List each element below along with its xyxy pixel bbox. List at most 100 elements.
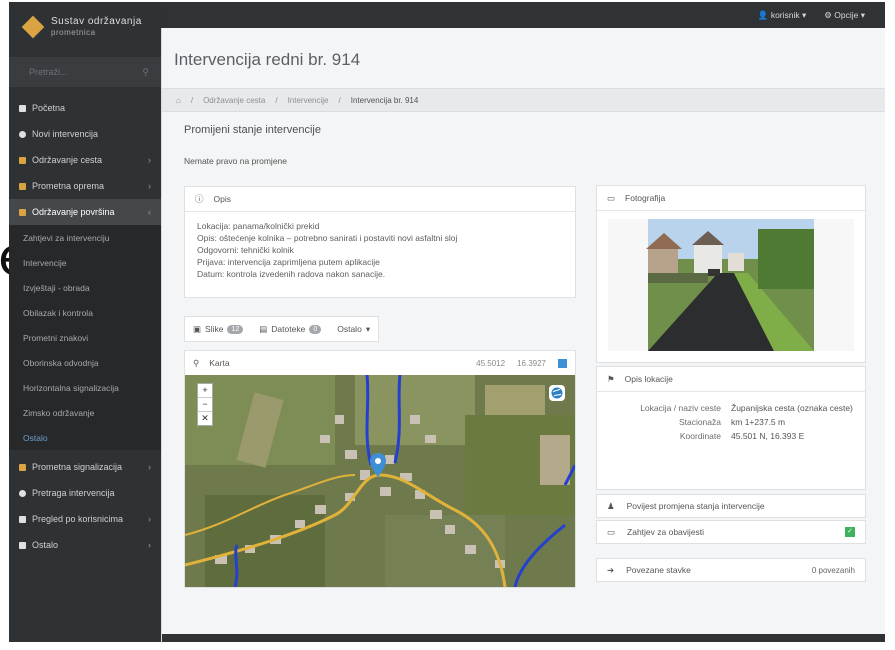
topbar: 👤 korisnik ▾ ⚙ Opcije ▾ — [161, 2, 885, 28]
submenu-item[interactable]: Obilazak i kontrola — [9, 300, 161, 325]
map-marker-icon[interactable] — [370, 453, 386, 477]
sidebar-item-label: Prometna oprema — [32, 181, 105, 191]
reset-view-button[interactable]: ✕ — [198, 411, 212, 425]
submenu-item[interactable]: Intervencije — [9, 250, 161, 275]
breadcrumb-separator: / — [338, 95, 341, 105]
linked-items-row[interactable]: ➔ Povezane stavke 0 povezanih — [596, 558, 866, 582]
plus-circle-icon — [19, 130, 26, 138]
zoom-out-button[interactable]: − — [198, 397, 212, 411]
surface-icon — [19, 208, 26, 216]
sidebar-item-prometna-signalizacija[interactable]: Prometna signalizacija › — [9, 454, 161, 480]
file-icon: ▤ — [259, 323, 268, 334]
chevron-right-icon: › — [148, 155, 151, 165]
sidebar-item-ostalo[interactable]: Ostalo › — [9, 532, 161, 558]
check-icon[interactable]: ✓ — [845, 527, 855, 537]
change-state-heading: Promijeni stanje intervencije — [184, 124, 321, 136]
location-info-header: ⚑ Opis lokacije — [597, 367, 865, 392]
sidebar-item-prometna-oprema[interactable]: Prometna oprema › — [9, 173, 161, 199]
coord-a: 45.5012 — [476, 358, 506, 368]
breadcrumb-item[interactable]: Intervencije — [288, 96, 329, 105]
sidebar-item-odrzavanje-povrsina[interactable]: Održavanje površina ‹ — [9, 199, 161, 225]
sidebar-item-label: Novi intervencija — [32, 129, 99, 139]
opis-line: Datum: kontrola izvedenih radova nakon s… — [197, 269, 386, 279]
info-label: Lokacija / naziv ceste — [640, 403, 721, 413]
page-title: Intervencija redni br. 914 — [174, 50, 361, 69]
map-zoom-control: + − ✕ — [197, 383, 213, 426]
sidebar-menu: Početna Novi intervencija Održavanje ces… — [9, 95, 161, 225]
opis-line: Opis: oštećenje kolnika – potrebno sanir… — [197, 233, 458, 243]
submenu-item[interactable]: Izvještaji - obrada — [9, 275, 161, 300]
main-content: Intervencija redni br. 914 ⌂ / Održavanj… — [161, 28, 885, 642]
map-coords: 45.5012 16.3927 — [476, 358, 567, 368]
linked-items-label: Povezane stavke — [626, 565, 691, 575]
info-row: Stacionaža km 1+237.5 m — [609, 416, 853, 428]
map-card: ⚲ Karta 45.5012 16.3927 + − ✕ — [184, 350, 576, 588]
app-window: Sustav održavanja prometnica Pretraži...… — [9, 2, 885, 642]
opis-line: Odgovorni: tehnički kolnik — [197, 245, 294, 255]
opis-card-body: Lokacija: panama/kolnički prekid Opis: o… — [185, 212, 575, 288]
sign-icon — [19, 182, 26, 190]
tab-more-label: Ostalo — [337, 324, 362, 334]
logo[interactable]: Sustav održavanja prometnica — [9, 2, 161, 52]
sidebar-item-nova-intervencija[interactable]: Novi intervencija — [9, 121, 161, 147]
linked-items-count[interactable]: 0 povezanih — [812, 566, 855, 575]
chevron-down-icon: ‹ — [148, 207, 151, 217]
info-label: Koordinate — [679, 431, 721, 441]
breadcrumb-current: Intervencija br. 914 — [350, 95, 419, 105]
list-icon — [19, 515, 26, 523]
info-row: Lokacija / naziv ceste Županijska cesta … — [609, 402, 853, 414]
user-icon: ♟ — [607, 500, 615, 511]
sidebar-item-pregled[interactable]: Pregled po korisnicima › — [9, 506, 161, 532]
notification-row[interactable]: ▭ Zahtjev za obavijesti ✓ — [596, 520, 866, 544]
chevron-right-icon: › — [148, 514, 151, 524]
opis-card-title: Opis — [213, 194, 231, 204]
history-row[interactable]: ♟ Povijest promjena stanja intervencije — [596, 494, 866, 518]
user-menu[interactable]: 👤 korisnik ▾ — [758, 10, 806, 21]
opis-line: Lokacija: panama/kolnički prekid — [197, 221, 320, 231]
sidebar-item-pocetna[interactable]: Početna — [9, 95, 161, 121]
photo-card-title: Fotografija — [625, 193, 666, 203]
submenu-item[interactable]: Prometni znakovi — [9, 325, 161, 350]
sidebar-item-label: Ostalo — [32, 540, 59, 550]
submenu-item[interactable]: Zahtjevi za intervenciju — [9, 225, 161, 250]
settings-menu[interactable]: ⚙ Opcije ▾ — [824, 10, 865, 21]
sidebar-item-label: Pretraga intervencija — [32, 488, 115, 498]
logo-mark-icon — [21, 15, 45, 39]
info-value: km 1+237.5 m — [731, 417, 786, 427]
map-fullscreen-icon[interactable] — [558, 358, 567, 368]
chevron-right-icon: › — [148, 462, 151, 472]
info-value: Županijska cesta (oznaka ceste) — [731, 403, 853, 413]
tab-photos[interactable]: ▣ Slike 12 — [185, 317, 251, 341]
tab-files[interactable]: ▤ Datoteke 0 — [251, 317, 329, 341]
image-icon: ▭ — [607, 192, 616, 203]
layer-switch-button[interactable] — [549, 385, 565, 401]
sidebar-item-pretraga[interactable]: Pretraga intervencija — [9, 480, 161, 506]
zoom-in-button[interactable]: + — [198, 384, 212, 397]
sidebar-search[interactable]: Pretraži... ⚲ — [9, 57, 161, 87]
map-image — [185, 375, 575, 587]
sidebar-item-label: Prometna signalizacija — [32, 462, 123, 472]
home-icon — [19, 104, 26, 112]
logo-title: Sustav održavanja — [51, 16, 142, 27]
intervention-photo[interactable] — [608, 219, 854, 351]
breadcrumb-item[interactable]: Održavanje cesta — [203, 96, 265, 105]
breadcrumb-separator: / — [190, 95, 194, 105]
submenu-item[interactable]: Zimsko održavanje — [9, 400, 161, 425]
submenu-item-active[interactable]: Ostalo — [9, 425, 161, 450]
flag-icon: ⚑ — [607, 373, 615, 384]
message-icon: ▭ — [607, 526, 616, 537]
home-icon[interactable]: ⌂ — [176, 96, 181, 105]
sidebar-item-odrzavanje-cesta[interactable]: Održavanje cesta › — [9, 147, 161, 173]
user-label: korisnik — [770, 9, 800, 20]
map-card-header: ⚲ Karta 45.5012 16.3927 — [185, 351, 575, 375]
settings-label: Opcije — [834, 9, 859, 20]
coord-b: 16.3927 — [517, 358, 546, 368]
arrow-icon: ➔ — [607, 564, 615, 575]
signal-icon — [19, 463, 26, 471]
tab-more[interactable]: Ostalo ▾ — [329, 317, 378, 341]
satellite-map[interactable]: + − ✕ — [185, 375, 575, 587]
sidebar-menu-lower: Prometna signalizacija › Pretraga interve… — [9, 454, 161, 558]
submenu-item[interactable]: Oborinska odvodnja — [9, 350, 161, 375]
sidebar-search-placeholder: Pretraži... — [29, 67, 68, 77]
submenu-item[interactable]: Horizontalna signalizacija — [9, 375, 161, 400]
